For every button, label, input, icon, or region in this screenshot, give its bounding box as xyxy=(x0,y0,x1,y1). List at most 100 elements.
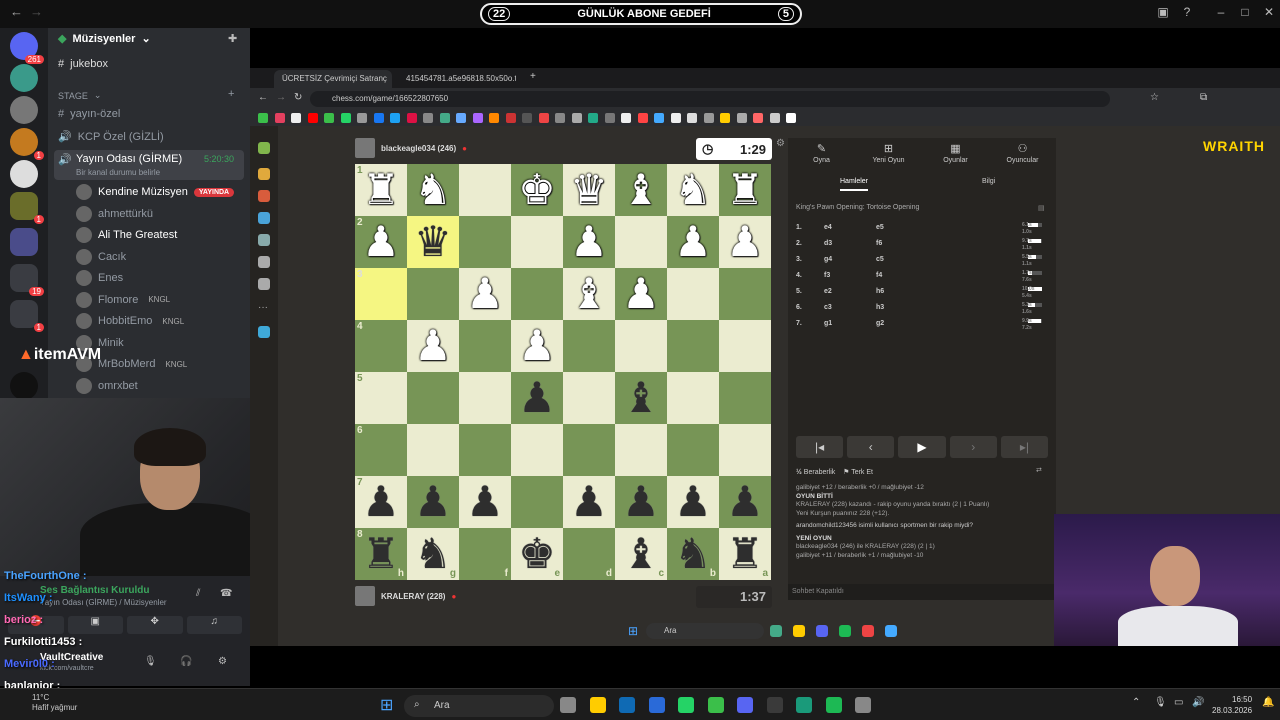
board-square[interactable]: ♚ xyxy=(511,164,563,216)
bookmark-icon[interactable] xyxy=(654,113,664,123)
server-folder-icon[interactable] xyxy=(10,228,38,256)
inbox-icon[interactable]: ▣ xyxy=(1156,5,1170,19)
bookmark-icon[interactable] xyxy=(406,113,417,123)
board-square[interactable]: ♟ xyxy=(719,216,771,268)
white-knight-icon[interactable]: ♞ xyxy=(674,169,712,211)
black-pawn-icon[interactable]: ♟ xyxy=(726,481,764,523)
board-square[interactable]: 3 xyxy=(355,268,407,320)
white-pawn-icon[interactable]: ♟ xyxy=(570,221,608,263)
inner-app-icon[interactable] xyxy=(839,625,851,637)
play-button[interactable]: ▶ xyxy=(898,436,946,458)
black-move[interactable]: g2 xyxy=(876,320,884,327)
board-square[interactable] xyxy=(459,164,511,216)
white-queen-icon[interactable]: ♛ xyxy=(570,169,608,211)
bookmark-icon[interactable] xyxy=(258,113,268,123)
bookmark-icon[interactable] xyxy=(340,113,351,123)
settings-gear-icon[interactable]: ⚙ xyxy=(776,138,785,149)
black-rook-icon[interactable]: ♜ xyxy=(362,533,400,575)
black-bishop-icon[interactable]: ♝ xyxy=(622,377,660,419)
disconnect-icon[interactable]: ☎ xyxy=(220,588,232,599)
board-square[interactable]: 4 xyxy=(355,320,407,372)
board-square[interactable]: ♟ xyxy=(615,268,667,320)
board-square[interactable]: 5 xyxy=(355,372,407,424)
voice-channel-active[interactable]: 🔊 Yayın Odası (GİRME) 5:20:30 Bir kanal … xyxy=(54,150,244,180)
screen-share-button[interactable]: ▣ xyxy=(67,616,123,634)
board-square[interactable] xyxy=(407,424,459,476)
white-rook-icon[interactable]: ♜ xyxy=(362,169,400,211)
add-channel-icon[interactable]: + xyxy=(228,88,234,100)
server-folder-icon[interactable]: 19 xyxy=(10,264,44,296)
prev-move-button[interactable]: ‹ xyxy=(847,436,895,458)
server-icon[interactable] xyxy=(10,96,38,124)
channel-kcp[interactable]: 🔊 KCP Özel (GİZLİ) xyxy=(58,130,164,144)
notifications-icon[interactable]: 🔔 xyxy=(1262,697,1274,708)
board-square[interactable]: ♟ xyxy=(407,320,459,372)
top-player[interactable]: blackeagle034 (246) ● xyxy=(355,138,467,158)
tab-players[interactable]: ⚇ Oyuncular xyxy=(989,142,1056,164)
star-icon[interactable]: ☆ xyxy=(1150,92,1159,103)
board-square[interactable] xyxy=(459,216,511,268)
server-icon[interactable] xyxy=(10,64,38,92)
taskbar-clock[interactable]: 16:50 28.03.2026 xyxy=(1212,694,1252,716)
black-pawn-icon[interactable]: ♟ xyxy=(362,481,400,523)
board-square[interactable]: a ♜ xyxy=(719,528,771,580)
bookmark-icon[interactable] xyxy=(720,113,730,123)
white-move[interactable]: e4 xyxy=(824,224,832,231)
white-pawn-icon[interactable]: ♟ xyxy=(622,273,660,315)
bookmark-icon[interactable] xyxy=(472,113,483,123)
voice-user[interactable]: HobbitEmo KNGL xyxy=(76,313,184,329)
bookmark-icon[interactable] xyxy=(274,113,285,123)
taskbar-app-icon[interactable] xyxy=(855,697,871,713)
black-pawn-icon[interactable]: ♟ xyxy=(518,377,556,419)
chat-input[interactable]: Sohbet Kapatıldı xyxy=(788,584,1056,600)
tab-new-game[interactable]: ⊞ Yeni Oyun xyxy=(855,142,922,164)
help-icon[interactable]: ? xyxy=(1180,5,1194,19)
white-pawn-icon[interactable]: ♟ xyxy=(362,221,400,263)
next-move-button[interactable]: › xyxy=(949,436,997,458)
board-square[interactable] xyxy=(459,372,511,424)
black-move[interactable]: h3 xyxy=(876,304,884,311)
bookmark-icon[interactable] xyxy=(357,113,367,123)
diamond-icon[interactable] xyxy=(258,326,270,338)
voice-user[interactable]: Cacık xyxy=(76,248,126,265)
bookmark-icon[interactable] xyxy=(736,113,747,123)
bookmark-icon[interactable] xyxy=(687,113,697,123)
bookmark-icon[interactable] xyxy=(588,113,598,123)
new-tab-icon[interactable]: + xyxy=(530,71,536,82)
board-square[interactable]: c ♝ xyxy=(615,528,667,580)
board-square[interactable]: 2 ♟ xyxy=(355,216,407,268)
bookmark-icon[interactable] xyxy=(786,113,796,123)
taskbar-app-icon[interactable] xyxy=(766,697,783,713)
board-square[interactable] xyxy=(511,216,563,268)
board-square[interactable]: ♟ xyxy=(719,476,771,528)
bookmark-icon[interactable] xyxy=(373,113,384,123)
black-pawn-icon[interactable]: ♟ xyxy=(570,481,608,523)
board-square[interactable]: ♟ xyxy=(511,372,563,424)
board-square[interactable] xyxy=(511,268,563,320)
taskbar-app-icon[interactable] xyxy=(796,697,812,713)
white-knight-icon[interactable]: ♞ xyxy=(414,169,452,211)
board-square[interactable]: f xyxy=(459,528,511,580)
board-square[interactable]: e ♚ xyxy=(511,528,563,580)
black-move[interactable]: f6 xyxy=(876,240,882,247)
server-header[interactable]: ◆ Müzisyenler ⌄ xyxy=(58,32,151,46)
activity-button[interactable]: ✥ xyxy=(127,616,183,634)
black-knight-icon[interactable]: ♞ xyxy=(674,533,712,575)
black-pawn-icon[interactable]: ♟ xyxy=(466,481,504,523)
soundboard-button[interactable]: ♫ xyxy=(186,616,242,634)
last-move-button[interactable]: ▸| xyxy=(1000,436,1049,458)
black-move[interactable]: h6 xyxy=(876,288,884,295)
board-square[interactable]: 6 xyxy=(355,424,407,476)
volume-icon[interactable]: 🔊 xyxy=(1192,697,1204,708)
forward-icon[interactable]: → xyxy=(30,4,43,19)
board-square[interactable]: ♛ xyxy=(407,216,459,268)
white-move[interactable]: d3 xyxy=(824,240,832,247)
voice-user[interactable]: Ali The Greatest xyxy=(76,227,177,243)
url-input[interactable]: chess.com/game/166522807650 xyxy=(310,91,1110,107)
board-square[interactable]: ♞ xyxy=(667,164,719,216)
start-icon[interactable]: ⊞ xyxy=(380,695,393,715)
board-square[interactable] xyxy=(459,320,511,372)
board-square[interactable] xyxy=(407,268,459,320)
headphones-icon[interactable]: 🎧 xyxy=(180,656,192,667)
social-icon[interactable] xyxy=(258,256,270,268)
